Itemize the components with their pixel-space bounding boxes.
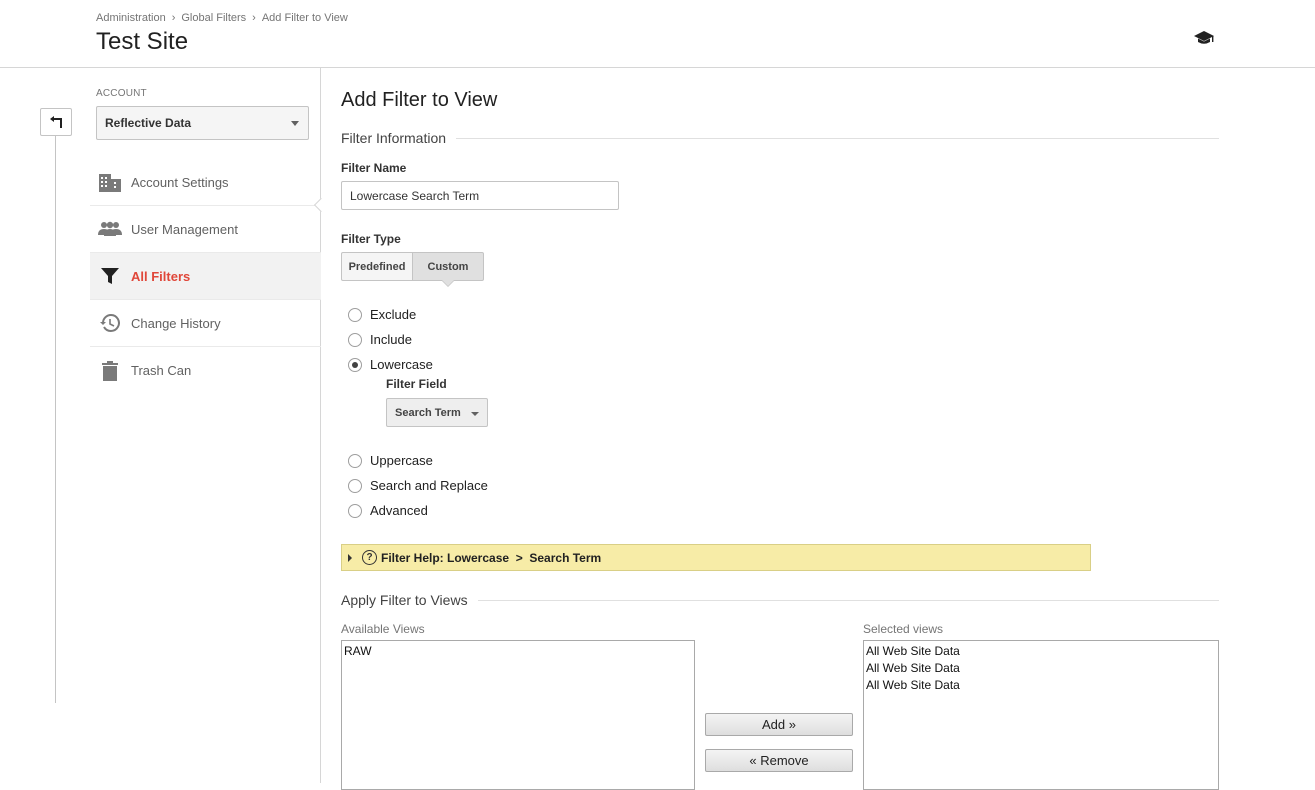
page-title: Add Filter to View: [341, 89, 498, 111]
radio-include[interactable]: Include: [348, 332, 412, 347]
radio-label: Search and Replace: [370, 478, 488, 493]
available-views-list[interactable]: RAW: [341, 640, 695, 790]
breadcrumb: Administration › Global Filters › Add Fi…: [96, 12, 348, 24]
account-selected-value: Reflective Data: [105, 116, 192, 130]
filter-name-input[interactable]: [341, 181, 619, 210]
account-label: ACCOUNT: [96, 88, 147, 99]
radio-button[interactable]: [348, 503, 362, 518]
chevron-down-icon: [471, 412, 479, 416]
site-title: Test Site: [96, 28, 189, 55]
selected-views-label: Selected views: [863, 622, 944, 636]
list-item[interactable]: All Web Site Data: [866, 643, 1216, 660]
sidebar-item-all-filters[interactable]: All Filters: [90, 253, 321, 300]
radio-search-and-replace[interactable]: Search and Replace: [348, 478, 488, 493]
help-icon: ?: [362, 550, 377, 565]
radio-uppercase[interactable]: Uppercase: [348, 453, 433, 468]
radio-button[interactable]: [348, 307, 362, 322]
add-button[interactable]: Add »: [705, 713, 853, 736]
radio-label: Exclude: [370, 307, 417, 322]
sidebar-item-trash-can[interactable]: Trash Can: [90, 347, 321, 394]
list-item[interactable]: RAW: [344, 643, 692, 660]
section-title: Apply Filter to Views: [341, 592, 468, 608]
breadcrumb-global-filters[interactable]: Global Filters: [181, 12, 246, 24]
list-item[interactable]: All Web Site Data: [866, 677, 1216, 694]
selected-views-list[interactable]: All Web Site Data All Web Site Data All …: [863, 640, 1219, 790]
tab-predefined[interactable]: Predefined: [341, 252, 413, 281]
filter-icon: [97, 265, 123, 287]
filter-type-label: Filter Type: [341, 232, 401, 246]
radio-button[interactable]: [348, 478, 362, 493]
trash-icon: [97, 360, 123, 382]
sidebar-item-label: User Management: [131, 221, 238, 237]
tab-pointer-inner: [442, 280, 454, 286]
graduation-cap-icon[interactable]: [1193, 30, 1215, 46]
sidebar: ACCOUNT Reflective Data Account Settings: [0, 68, 321, 783]
divider: [456, 137, 1219, 139]
sidebar-item-label: Change History: [131, 315, 221, 331]
filter-field-select[interactable]: Search Term: [386, 398, 488, 427]
breadcrumb-administration[interactable]: Administration: [96, 12, 166, 24]
filter-field-value: Search Term: [395, 406, 461, 419]
radio-button[interactable]: [348, 453, 362, 468]
history-icon: [97, 312, 123, 334]
sidebar-item-user-management[interactable]: User Management: [90, 206, 321, 253]
building-icon: [97, 171, 123, 193]
tab-custom[interactable]: Custom: [412, 252, 484, 281]
filter-name-label: Filter Name: [341, 161, 407, 175]
divider: [477, 599, 1219, 601]
section-filter-information: Filter Information: [341, 130, 1219, 146]
available-views-label: Available Views: [341, 622, 425, 636]
sidebar-item-label: All Filters: [131, 268, 191, 284]
radio-label: Lowercase: [370, 357, 433, 372]
filter-help-bar[interactable]: ? Filter Help: Lowercase > Search Term: [341, 544, 1091, 571]
remove-button[interactable]: « Remove: [705, 749, 853, 772]
radio-advanced[interactable]: Advanced: [348, 503, 428, 518]
radio-exclude[interactable]: Exclude: [348, 307, 416, 322]
people-icon: [97, 218, 123, 240]
radio-button-selected[interactable]: [348, 357, 362, 372]
radio-label: Advanced: [370, 503, 428, 518]
section-apply-filter: Apply Filter to Views: [341, 592, 1219, 608]
filter-help-text: Filter Help: Lowercase > Search Term: [381, 550, 602, 565]
page-header: Administration › Global Filters › Add Fi…: [0, 0, 1315, 68]
sidebar-item-label: Trash Can: [131, 363, 192, 378]
section-title: Filter Information: [341, 130, 447, 146]
expand-triangle-icon: [348, 553, 352, 562]
radio-label: Uppercase: [370, 453, 433, 468]
radio-button[interactable]: [348, 332, 362, 347]
filter-field-label: Filter Field: [386, 377, 447, 391]
sidebar-item-account-settings[interactable]: Account Settings: [90, 159, 321, 206]
chevron-down-icon: [291, 121, 299, 126]
radio-label: Include: [370, 332, 412, 347]
sidebar-item-label: Account Settings: [131, 174, 229, 190]
breadcrumb-separator: ›: [171, 12, 176, 24]
radio-lowercase[interactable]: Lowercase: [348, 357, 433, 372]
sidebar-item-change-history[interactable]: Change History: [90, 300, 321, 347]
breadcrumb-separator: ›: [252, 12, 256, 24]
list-item[interactable]: All Web Site Data: [866, 660, 1216, 677]
account-selector[interactable]: Reflective Data: [96, 106, 309, 140]
breadcrumb-current: Add Filter to View: [261, 12, 348, 24]
